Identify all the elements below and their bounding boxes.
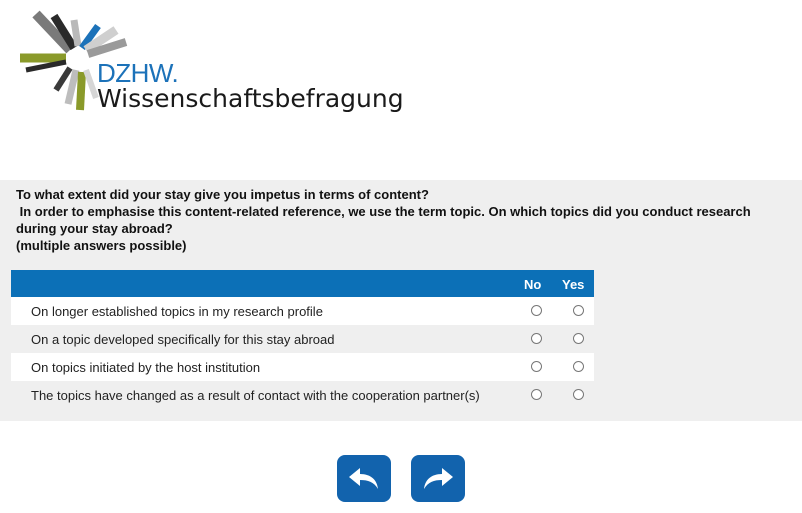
- answer-matrix: No Yes On longer established topics in m…: [11, 270, 594, 409]
- question-hint: (multiple answers possible): [16, 238, 187, 253]
- matrix-row: The topics have changed as a result of c…: [11, 381, 594, 409]
- question-text: To what extent did your stay give you im…: [16, 186, 786, 254]
- matrix-row: On topics initiated by the host institut…: [11, 353, 594, 381]
- forward-arrow-icon: [424, 467, 453, 489]
- matrix-row: On a topic developed specifically for th…: [11, 325, 594, 353]
- radio-yes[interactable]: [573, 305, 584, 316]
- column-yes: Yes: [562, 277, 585, 292]
- radio-yes[interactable]: [573, 389, 584, 400]
- matrix-header: No Yes: [11, 270, 594, 297]
- row-label: On a topic developed specifically for th…: [31, 332, 335, 347]
- column-no: No: [524, 277, 542, 292]
- back-arrow-icon: [349, 467, 378, 489]
- row-label: The topics have changed as a result of c…: [31, 388, 480, 403]
- product-name: Wissenschaftsbefragung: [97, 84, 404, 113]
- back-button[interactable]: [337, 455, 391, 502]
- radio-no[interactable]: [531, 305, 542, 316]
- radio-no[interactable]: [531, 361, 542, 372]
- question-line: during your stay abroad?: [16, 221, 173, 236]
- question-line: To what extent did your stay give you im…: [16, 187, 429, 202]
- row-label: On topics initiated by the host institut…: [31, 360, 261, 375]
- radio-no[interactable]: [531, 389, 542, 400]
- next-button[interactable]: [411, 455, 465, 502]
- radio-yes[interactable]: [573, 333, 584, 344]
- radio-no[interactable]: [531, 333, 542, 344]
- question-line: In order to emphasise this content-relat…: [16, 204, 751, 219]
- matrix-row: On longer established topics in my resea…: [11, 297, 594, 325]
- radio-yes[interactable]: [573, 361, 584, 372]
- row-label: On longer established topics in my resea…: [31, 304, 323, 319]
